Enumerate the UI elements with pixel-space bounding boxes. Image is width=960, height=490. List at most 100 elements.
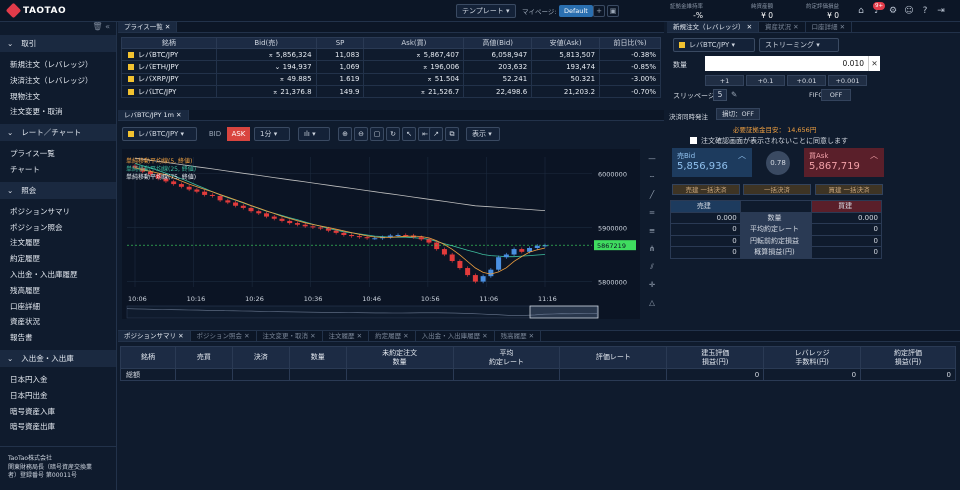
col-sp[interactable]: SP [315, 37, 365, 49]
layers-icon[interactable]: ⧉ [445, 127, 459, 141]
table-row[interactable]: レバXRP/JPY ⌅ 49.885 1.619 ⌅ 51.504 52.241… [121, 72, 661, 86]
ask-cell[interactable]: ⌅ 21,526.7 [363, 84, 465, 99]
col-open-qty[interactable]: 未約定注文 数量 [345, 346, 454, 369]
sidebar-item-crypto-withdraw[interactable]: 暗号資産出庫 [0, 419, 116, 435]
buy-batch-settle-button[interactable]: 買建 一括決済 [815, 184, 883, 195]
trend-tool-icon[interactable]: ╱ [645, 188, 659, 202]
tab-chart[interactable]: レバBTC/JPY 1m ✕ [118, 110, 189, 120]
col-symbol[interactable]: 銘柄 [121, 37, 217, 49]
col-high[interactable]: 高値(Bid) [463, 37, 533, 49]
sidebar-item-order-change[interactable]: 注文変更・取消 [0, 104, 116, 120]
price-chart[interactable]: 5867219 6000000 5900000 5800000 10:06 10:16 10… [122, 149, 640, 319]
col-position-pnl[interactable]: 建玉評価 損益(円) [666, 346, 765, 369]
logo[interactable]: TAOTAO [5, 2, 66, 19]
sidebar-item-price-list[interactable]: プライス一覧 [0, 146, 116, 162]
user-icon[interactable]: ☺ [903, 5, 915, 17]
tab-deposit-history[interactable]: 入出金・入出庫履歴 ✕ [416, 331, 495, 341]
ask-cell[interactable]: ⌅ 196,006 [363, 60, 465, 74]
tab-new-order[interactable]: 新規注文（レバレッジ） ✕ [667, 22, 760, 32]
inc-0001-button[interactable]: +0.001 [828, 75, 867, 86]
edit-icon[interactable]: ✎ [731, 90, 737, 99]
tab-balance-history[interactable]: 残高履歴 ✕ [495, 331, 542, 341]
bid-cell[interactable]: ⌄ 194,937 [215, 60, 317, 74]
table-row[interactable]: レバBTC/JPY ⌅ 5,856,324 11,083 ⌅ 5,867,407… [121, 47, 661, 62]
add-page-icon[interactable]: + [593, 5, 605, 17]
col-bid[interactable]: Bid(売) [215, 37, 317, 49]
inc-1-button[interactable]: +1 [705, 75, 744, 86]
sidebar-item-exec-history[interactable]: 約定履歴 [0, 251, 116, 267]
bid-cell[interactable]: ⌅ 49.885 [215, 72, 317, 86]
tab-position-summary[interactable]: ポジションサマリ ✕ [118, 331, 191, 341]
channel-tool-icon[interactable]: ═ [645, 206, 659, 220]
sidebar-item-balance-history[interactable]: 残高履歴 [0, 283, 116, 299]
fit-icon[interactable]: ▢ [370, 127, 384, 141]
col-eval-rate[interactable]: 評価レート [559, 346, 668, 369]
tab-order-history[interactable]: 注文履歴 ✕ [323, 331, 370, 341]
sidebar-item-position-summary[interactable]: ポジションサマリ [0, 204, 116, 220]
tab-position-inquiry[interactable]: ポジション照会 ✕ [191, 331, 257, 341]
slippage-input[interactable]: 5 [713, 89, 727, 101]
bid-toggle[interactable]: BID [205, 127, 225, 141]
sidebar-item-asset-status[interactable]: 資産状況 [0, 314, 116, 330]
ask-toggle[interactable]: ASK [227, 127, 250, 141]
zoom-out-icon[interactable]: ⊖ [354, 127, 368, 141]
hline-tool-icon[interactable]: ╌ [645, 170, 659, 184]
ask-cell[interactable]: ⌅ 51.504 [363, 72, 465, 86]
tab-asset-status[interactable]: 資産状況 ✕ [759, 22, 806, 32]
sidebar-head-rate[interactable]: ⌄ レート／チャート [0, 124, 116, 142]
sidebar-item-jpy-deposit[interactable]: 日本円入金 [0, 372, 116, 388]
interval-select[interactable]: 1分 ▾ [254, 127, 290, 141]
sidebar-item-jpy-withdraw[interactable]: 日本円出金 [0, 388, 116, 404]
mypage-select[interactable]: Default [559, 5, 593, 17]
batch-settle-button[interactable]: 一括決済 [743, 184, 811, 195]
sidebar-head-trade[interactable]: ⌄ 取引 [0, 35, 116, 52]
order-symbol-select[interactable]: レバBTC/JPY ▾ [673, 38, 755, 52]
buy-button[interactable]: 買Ask 5,867,719 ︿ [804, 148, 884, 177]
col-qty[interactable]: 数量 [288, 346, 347, 369]
line-tool-icon[interactable]: — [645, 152, 659, 166]
col-avg-rate[interactable]: 平均 約定レート [452, 346, 561, 369]
save-page-icon[interactable]: ▣ [607, 5, 619, 17]
table-row[interactable]: レバETH/JPY ⌄ 194,937 1,069 ⌅ 196,006 203,… [121, 60, 661, 74]
sell-batch-settle-button[interactable]: 売建 一括決済 [672, 184, 740, 195]
sidebar-head-funds[interactable]: ⌄ 入出金・入出庫 [0, 349, 116, 367]
trash-icon[interactable]: 🗑 [92, 22, 102, 31]
tab-exec-history[interactable]: 約定履歴 ✕ [369, 331, 416, 341]
template-select[interactable]: テンプレート ▾ [456, 4, 516, 18]
sidebar-item-account-detail[interactable]: 口座詳細 [0, 299, 116, 315]
sidebar-item-settle-order[interactable]: 決済注文（レバレッジ） [0, 73, 116, 89]
chart-type-select[interactable]: ılı ▾ [298, 127, 330, 141]
tab-account-detail[interactable]: 口座詳細 ✕ [806, 22, 853, 32]
logout-icon[interactable]: ⇥ [935, 5, 947, 17]
help-icon[interactable]: ? [919, 5, 931, 17]
col-leverage-fee[interactable]: レバレッジ 手数料(円) [763, 346, 862, 369]
tab-order-change[interactable]: 注文変更・取消 ✕ [257, 331, 323, 341]
cursor-icon[interactable]: ↖ [402, 127, 416, 141]
col-change[interactable]: 前日比(%) [599, 37, 661, 49]
sidebar-item-spot-order[interactable]: 現物注文 [0, 89, 116, 105]
home-icon[interactable]: ⌂ [855, 5, 867, 17]
display-select[interactable]: 表示 ▾ [466, 127, 500, 141]
sidebar-item-deposit-history[interactable]: 入出金・入出庫履歴 [0, 267, 116, 283]
sidebar-item-chart[interactable]: チャート [0, 162, 116, 178]
gear-icon[interactable]: ⚙ [887, 5, 899, 17]
fifo-toggle[interactable]: OFF [821, 89, 851, 101]
sidebar-item-reports[interactable]: 報告書 [0, 330, 116, 346]
tab-price-list[interactable]: プライス一覧 ✕ [118, 22, 178, 32]
collapse-icon[interactable]: « [105, 22, 110, 31]
zoom-in-icon[interactable]: ⊕ [338, 127, 352, 141]
col-symbol[interactable]: 銘柄 [120, 346, 176, 369]
sidebar-item-crypto-deposit[interactable]: 暗号資産入庫 [0, 404, 116, 420]
inc-01-button[interactable]: +0.1 [746, 75, 785, 86]
triangle-tool-icon[interactable]: △ [645, 296, 659, 310]
sidebar-item-new-order[interactable]: 新規注文（レバレッジ） [0, 57, 116, 73]
bid-cell[interactable]: ⌅ 21,376.8 [215, 84, 317, 99]
pitchfork-tool-icon[interactable]: ⋔ [645, 242, 659, 256]
inc-001-button[interactable]: +0.01 [787, 75, 826, 86]
sidebar-item-order-history[interactable]: 注文履歴 [0, 235, 116, 251]
chart-symbol-select[interactable]: レバBTC/JPY ▾ [122, 127, 197, 141]
cross-tool-icon[interactable]: ✛ [645, 278, 659, 292]
fib-tool-icon[interactable]: ≡ [645, 224, 659, 238]
reset-icon[interactable]: ↻ [386, 127, 400, 141]
order-mode-select[interactable]: ストリーミング ▾ [759, 38, 839, 52]
